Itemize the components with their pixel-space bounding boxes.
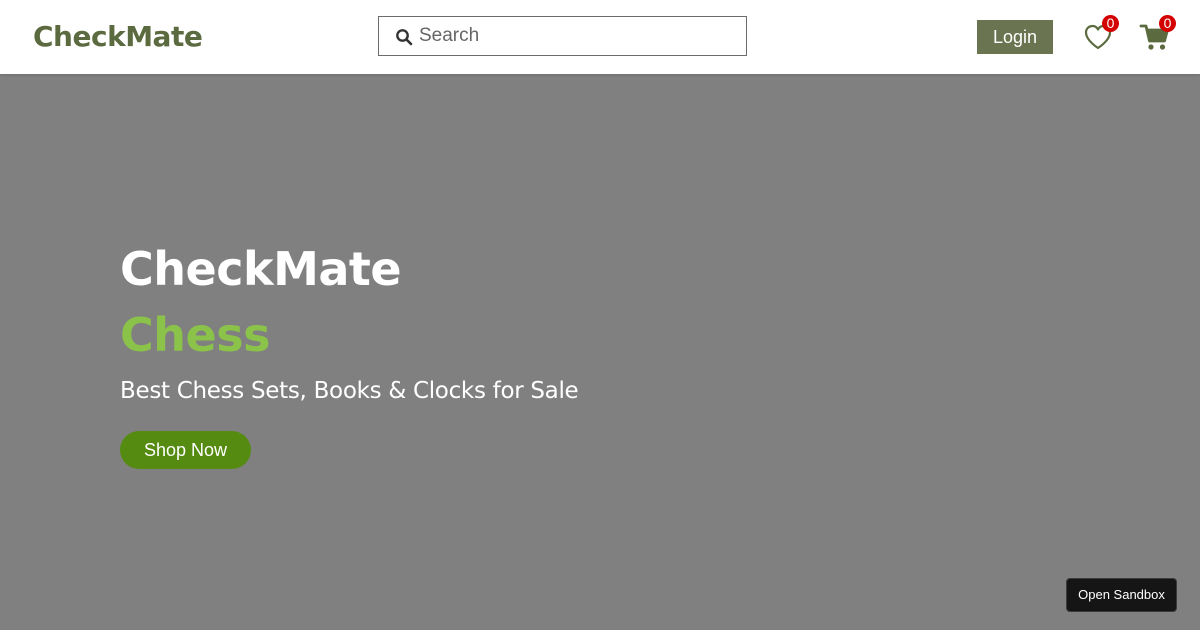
search-input[interactable] — [419, 23, 729, 49]
login-button[interactable]: Login — [977, 20, 1053, 54]
hero-section: CheckMate Chess Best Chess Sets, Books &… — [0, 74, 1200, 630]
open-sandbox-button[interactable]: Open Sandbox — [1066, 578, 1177, 612]
cart-button[interactable]: 0 — [1137, 15, 1176, 54]
hero-title: CheckMate — [120, 242, 402, 296]
wishlist-button[interactable]: 0 — [1081, 15, 1119, 54]
hero-tagline: Best Chess Sets, Books & Clocks for Sale — [120, 378, 579, 404]
hero-subtitle: Chess — [120, 308, 270, 362]
search-icon — [396, 29, 413, 46]
site-logo[interactable]: CheckMate — [33, 18, 203, 56]
shop-now-button[interactable]: Shop Now — [120, 431, 251, 469]
wishlist-count-badge: 0 — [1102, 15, 1119, 32]
search-bar — [378, 16, 747, 56]
site-header: CheckMate Login 0 0 — [0, 0, 1200, 74]
cart-count-badge: 0 — [1159, 15, 1176, 32]
